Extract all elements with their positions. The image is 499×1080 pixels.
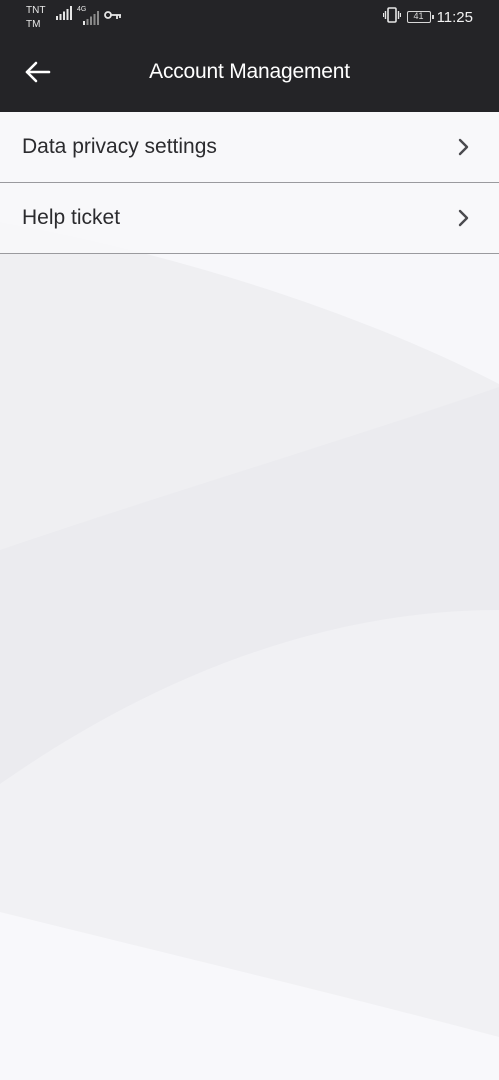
status-bar: TNT TM 4G 41 11:25	[0, 0, 499, 36]
signal-4g-icon: 4G	[77, 6, 99, 25]
chevron-right-icon	[457, 137, 471, 157]
status-icons-left: 4G	[56, 6, 122, 25]
battery-icon: 41	[406, 11, 434, 23]
signal-icon	[56, 6, 72, 25]
menu-item-data-privacy-settings[interactable]: Data privacy settings	[0, 112, 499, 183]
page-title: Account Management	[149, 60, 350, 83]
account-management-screen: TNT TM 4G 41 11:25 Account Management Da…	[0, 0, 499, 1080]
status-time: 11:25	[436, 8, 473, 26]
vibrate-icon	[382, 6, 401, 28]
carrier-line-2: TM	[26, 19, 41, 30]
menu-item-label: Data privacy settings	[22, 135, 217, 158]
menu-item-help-ticket[interactable]: Help ticket	[0, 183, 499, 254]
chevron-right-icon	[457, 208, 471, 228]
vpn-key-icon	[104, 7, 122, 25]
background-decoration	[0, 112, 499, 1080]
carrier-label: TNT TM	[26, 4, 45, 32]
carrier-line-1: TNT	[26, 5, 46, 16]
menu-item-label: Help ticket	[22, 206, 121, 229]
menu-list: Data privacy settings Help ticket	[0, 112, 499, 254]
app-bar: Account Management	[0, 36, 499, 112]
status-icons-right: 41 11:25	[382, 6, 473, 28]
